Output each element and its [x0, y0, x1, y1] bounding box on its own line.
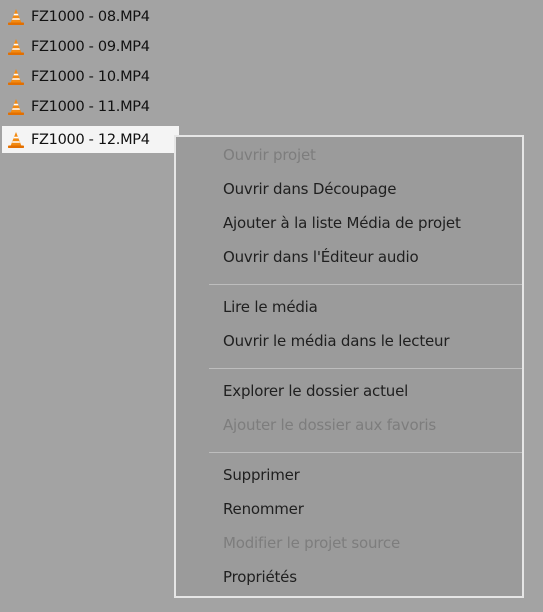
menu-item-open-media-in-player[interactable]: Ouvrir le média dans le lecteur	[223, 332, 450, 350]
vlc-cone-icon	[8, 39, 24, 55]
menu-item-properties[interactable]: Propriétés	[223, 568, 297, 586]
file-name: FZ1000 - 12.MP4	[31, 131, 150, 148]
menu-separator	[209, 452, 522, 453]
file-name: FZ1000 - 11.MP4	[31, 99, 150, 115]
menu-item-open-project: Ouvrir projet	[223, 146, 316, 164]
vlc-cone-icon	[8, 9, 24, 25]
file-row-10[interactable]: FZ1000 - 10.MP4	[2, 64, 154, 90]
file-row-11[interactable]: FZ1000 - 11.MP4	[2, 94, 154, 120]
menu-item-rename[interactable]: Renommer	[223, 500, 304, 518]
file-row-12-selected[interactable]: FZ1000 - 12.MP4	[2, 126, 179, 153]
vlc-cone-icon	[8, 131, 24, 148]
vlc-cone-icon	[8, 69, 24, 85]
menu-item-add-folder-to-favorites: Ajouter le dossier aux favoris	[223, 416, 437, 434]
menu-item-add-to-project-media[interactable]: Ajouter à la liste Média de projet	[223, 214, 461, 232]
context-menu: Ouvrir projet Ouvrir dans Découpage Ajou…	[174, 135, 524, 598]
menu-item-edit-source-project: Modifier le projet source	[223, 534, 400, 552]
file-row-08[interactable]: FZ1000 - 08.MP4	[2, 4, 154, 30]
vlc-cone-icon	[8, 99, 24, 115]
file-row-09[interactable]: FZ1000 - 09.MP4	[2, 34, 154, 60]
menu-item-open-in-audio-editor[interactable]: Ouvrir dans l'Éditeur audio	[223, 248, 419, 266]
menu-separator	[209, 368, 522, 369]
menu-item-play-media[interactable]: Lire le média	[223, 298, 318, 316]
file-name: FZ1000 - 08.MP4	[31, 9, 150, 25]
menu-item-delete[interactable]: Supprimer	[223, 466, 300, 484]
menu-separator	[209, 284, 522, 285]
file-name: FZ1000 - 10.MP4	[31, 69, 150, 85]
file-name: FZ1000 - 09.MP4	[31, 39, 150, 55]
menu-item-open-in-trim[interactable]: Ouvrir dans Découpage	[223, 180, 396, 198]
menu-item-explore-current-folder[interactable]: Explorer le dossier actuel	[223, 382, 408, 400]
